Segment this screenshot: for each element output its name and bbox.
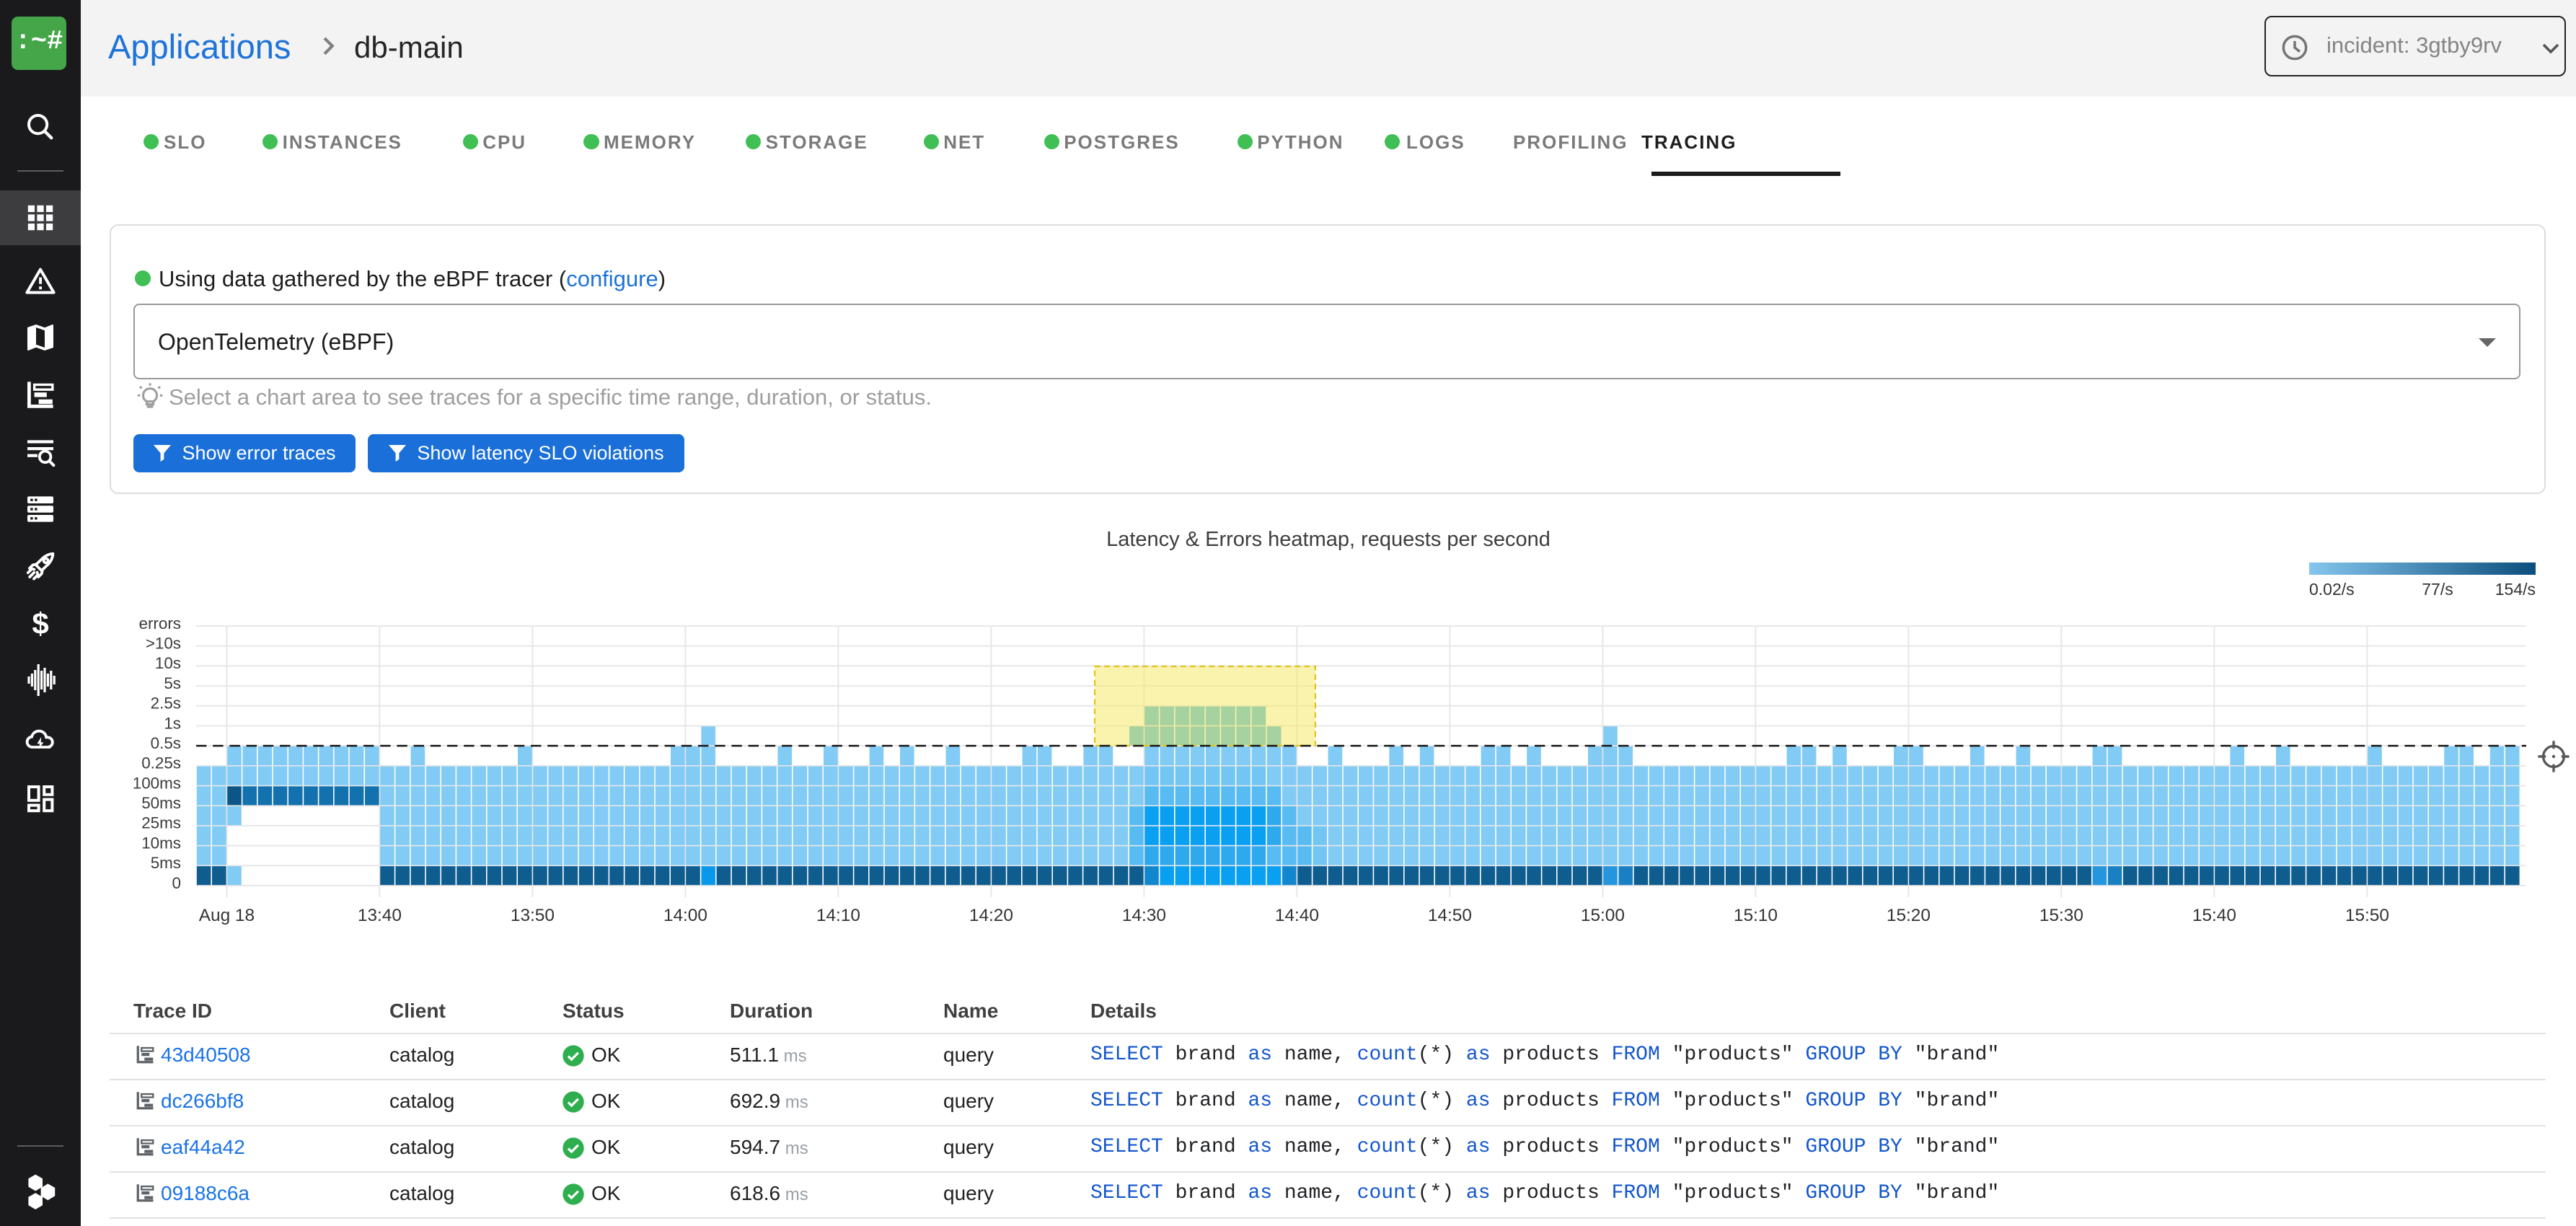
svg-text:$: $ [32,607,48,640]
